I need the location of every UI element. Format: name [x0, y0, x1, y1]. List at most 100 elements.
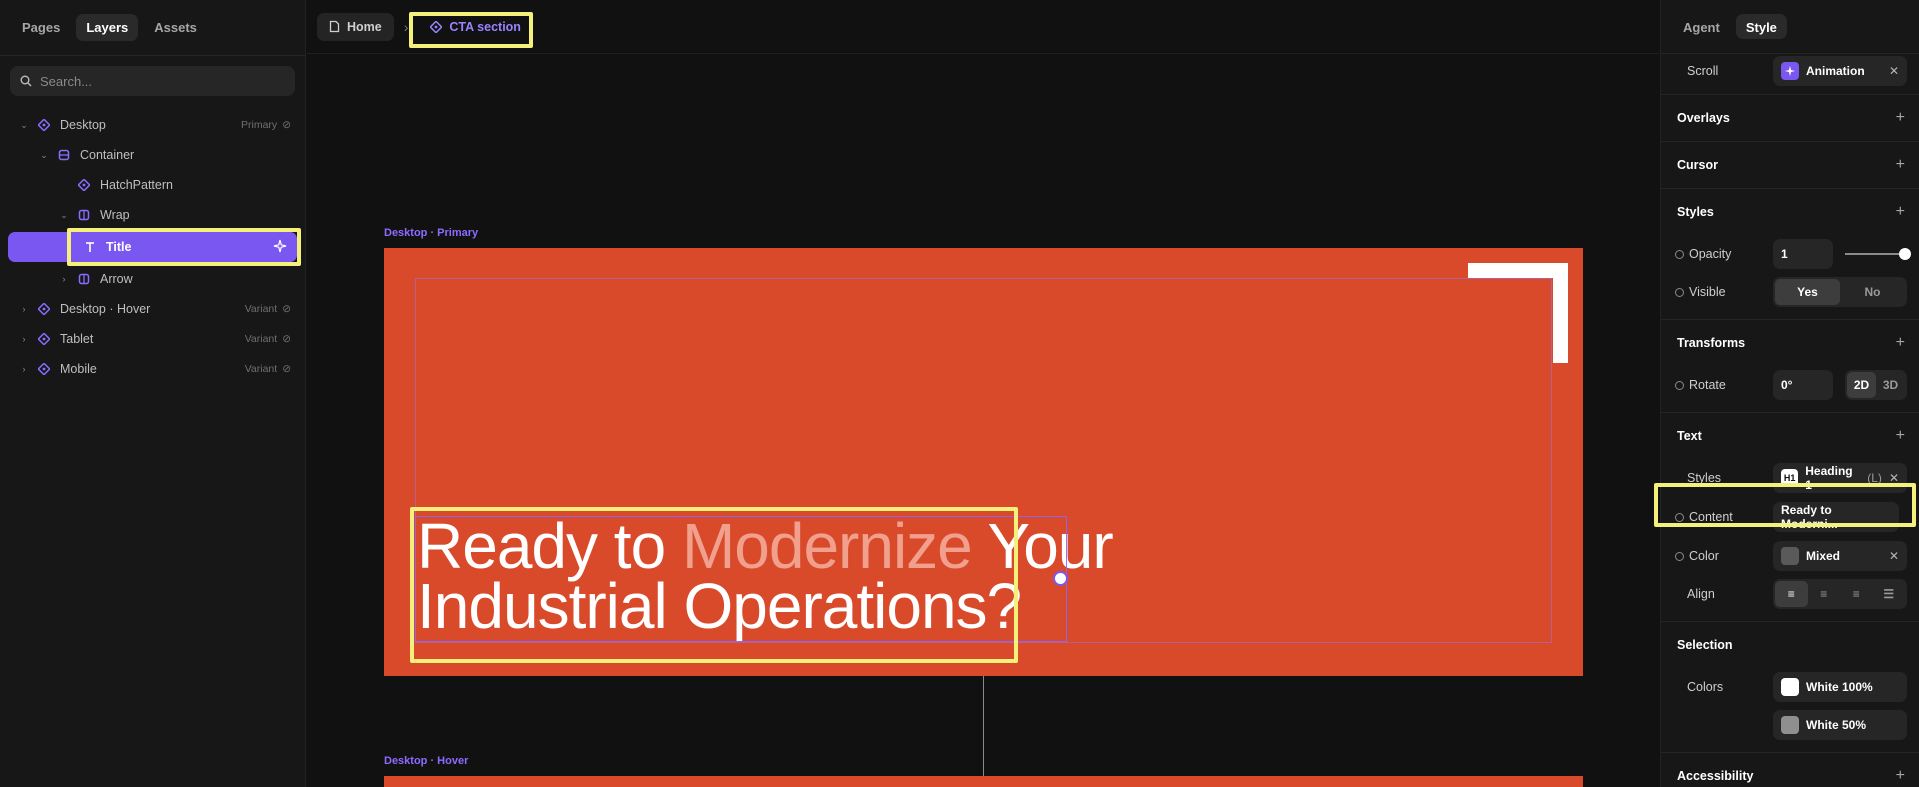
- chevron-down-icon[interactable]: ⌄: [38, 150, 50, 161]
- add-circle-icon[interactable]: [1675, 249, 1684, 259]
- search-input[interactable]: [40, 73, 280, 89]
- align-right-icon[interactable]: ≡: [1840, 581, 1873, 607]
- component-icon: [36, 361, 52, 377]
- breadcrumb-home-label: Home: [347, 19, 382, 34]
- layer-title[interactable]: Title: [8, 232, 297, 262]
- breadcrumb: Home › CTA section: [307, 0, 1659, 54]
- component-icon: [36, 301, 52, 317]
- tab-layers[interactable]: Layers: [76, 14, 139, 41]
- transforms-header[interactable]: Transforms +: [1661, 320, 1919, 366]
- tab-style[interactable]: Style: [1735, 14, 1787, 39]
- align-row: Align ≡ ≡ ≡ ☰: [1661, 575, 1919, 613]
- slider-handle[interactable]: [1899, 248, 1911, 260]
- opacity-input[interactable]: 1: [1773, 239, 1833, 269]
- label-text: Rotate: [1689, 378, 1726, 392]
- color-swatch: [1781, 678, 1799, 696]
- cursor-header[interactable]: Cursor +: [1661, 142, 1919, 188]
- align-center-icon[interactable]: ≡: [1808, 581, 1841, 607]
- frame-label-primary[interactable]: Desktop · Primary: [384, 227, 478, 239]
- tab-assets[interactable]: Assets: [144, 14, 207, 41]
- align-label: Align: [1687, 587, 1715, 601]
- mode-2d[interactable]: 2D: [1847, 372, 1876, 398]
- color-pill[interactable]: Mixed ✕: [1773, 541, 1907, 571]
- add-circle-icon[interactable]: [1675, 512, 1684, 522]
- chevron-right-icon[interactable]: ›: [58, 274, 70, 284]
- transforms-section: Transforms + Rotate 0° 2D 3D: [1661, 320, 1919, 413]
- text-style-pill[interactable]: H1 Heading 1 (L) ✕: [1773, 463, 1907, 493]
- layer-label: Title: [106, 240, 132, 254]
- section-title: Accessibility: [1677, 769, 1754, 783]
- resize-handle[interactable]: [1053, 571, 1068, 586]
- layer-tag: Variant ⊘: [245, 303, 291, 315]
- selection-color-1[interactable]: White 100%: [1773, 672, 1907, 702]
- stack-icon: [56, 147, 72, 163]
- align-left-icon[interactable]: ≡: [1775, 581, 1808, 607]
- layer-desktop[interactable]: ⌄ Desktop Primary ⊘: [0, 110, 305, 140]
- content-input[interactable]: Ready to Moderni...: [1773, 502, 1899, 532]
- search-box[interactable]: [10, 66, 295, 96]
- rotate-value: 0°: [1781, 378, 1793, 392]
- chevron-down-icon[interactable]: ⌄: [58, 210, 70, 221]
- plus-icon[interactable]: +: [1896, 156, 1905, 174]
- layer-tag: Primary ⊘: [241, 119, 291, 131]
- link-icon: ⊘: [282, 303, 291, 315]
- visible-yes[interactable]: Yes: [1775, 279, 1840, 305]
- chevron-down-icon[interactable]: ⌄: [18, 120, 30, 131]
- plus-icon[interactable]: +: [1896, 109, 1905, 127]
- close-icon[interactable]: ✕: [1889, 549, 1899, 563]
- chevron-right-icon[interactable]: ›: [18, 364, 30, 374]
- text-styles-row: Styles H1 Heading 1 (L) ✕: [1661, 459, 1919, 497]
- selection-color-2[interactable]: White 50%: [1773, 710, 1907, 740]
- tab-pages[interactable]: Pages: [12, 14, 70, 41]
- close-icon[interactable]: ✕: [1889, 64, 1899, 78]
- tag-text: Primary: [241, 119, 278, 131]
- accessibility-header[interactable]: Accessibility +: [1661, 753, 1919, 787]
- styles-header[interactable]: Styles +: [1661, 189, 1919, 235]
- layer-tablet[interactable]: › Tablet Variant ⊘: [0, 324, 305, 354]
- breadcrumb-current[interactable]: CTA section: [418, 13, 533, 41]
- visible-no[interactable]: No: [1840, 279, 1905, 305]
- overlays-header[interactable]: Overlays +: [1661, 95, 1919, 141]
- tab-agent[interactable]: Agent: [1673, 14, 1730, 39]
- rotate-label: Rotate: [1675, 378, 1773, 392]
- layer-arrow[interactable]: › Arrow: [0, 264, 305, 294]
- add-circle-icon[interactable]: [1675, 380, 1684, 390]
- layer-desktop-hover[interactable]: › Desktop · Hover Variant ⊘: [0, 294, 305, 324]
- scroll-animation-pill[interactable]: Animation ✕: [1773, 56, 1907, 86]
- opacity-slider[interactable]: [1845, 248, 1911, 260]
- plus-icon[interactable]: +: [1896, 427, 1905, 445]
- layer-label: Wrap: [100, 208, 130, 222]
- cta-frame-hover[interactable]: [384, 776, 1583, 787]
- chevron-right-icon[interactable]: ›: [18, 304, 30, 314]
- align-toggle: ≡ ≡ ≡ ☰: [1773, 579, 1907, 609]
- layer-container[interactable]: ⌄ Container: [0, 140, 305, 170]
- plus-icon[interactable]: +: [1896, 203, 1905, 221]
- layer-wrap[interactable]: ⌄ Wrap: [0, 200, 305, 230]
- section-title: Cursor: [1677, 158, 1718, 172]
- chevron-right-icon[interactable]: ›: [18, 334, 30, 344]
- rotate-input[interactable]: 0°: [1773, 370, 1833, 400]
- component-icon: [36, 331, 52, 347]
- content-value: Ready to Moderni...: [1781, 503, 1838, 531]
- canvas[interactable]: Home › CTA section Desktop · Primary Rea…: [307, 0, 1659, 787]
- layer-hatchpattern[interactable]: HatchPattern: [0, 170, 305, 200]
- plus-icon[interactable]: +: [1896, 767, 1905, 785]
- close-icon[interactable]: ✕: [1889, 471, 1899, 485]
- frame-label-hover[interactable]: Desktop · Hover: [384, 755, 468, 767]
- scroll-label: Scroll: [1687, 64, 1719, 78]
- layer-mobile[interactable]: › Mobile Variant ⊘: [0, 354, 305, 384]
- link-icon: ⊘: [282, 363, 291, 375]
- align-justify-icon[interactable]: ☰: [1873, 581, 1906, 607]
- mode-3d[interactable]: 3D: [1876, 372, 1905, 398]
- text-header[interactable]: Text +: [1661, 413, 1919, 459]
- add-circle-icon[interactable]: [1675, 287, 1684, 297]
- plus-icon[interactable]: +: [1896, 334, 1905, 352]
- breadcrumb-home[interactable]: Home: [317, 12, 394, 41]
- colors-row: Colors White 100%: [1661, 668, 1919, 706]
- text-section: Text + Styles H1 Heading 1 (L) ✕ Content …: [1661, 413, 1919, 622]
- text-style-size: (L): [1867, 471, 1882, 485]
- cta-frame-primary[interactable]: Ready to Modernize Your Industrial Opera…: [384, 248, 1583, 676]
- sparkle-icon[interactable]: [273, 239, 287, 256]
- add-circle-icon[interactable]: [1675, 551, 1684, 561]
- scroll-section: Scroll Animation ✕: [1661, 54, 1919, 95]
